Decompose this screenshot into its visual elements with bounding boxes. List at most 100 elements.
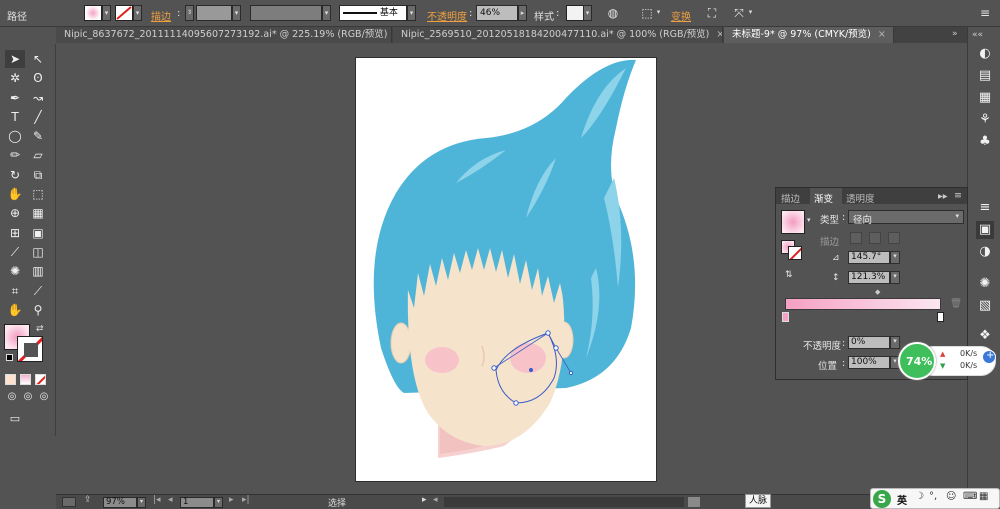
type-select[interactable]: 径向 ▾ [848,210,964,226]
graphic-styles-icon[interactable]: ▧ [976,297,994,315]
panel-menu-icon[interactable]: ≡ [954,190,962,201]
sogou-logo[interactable]: S [873,490,891,508]
line-tool-icon[interactable]: ╱ [28,108,48,126]
accelerate-icon[interactable]: + [982,350,996,364]
tab-transparency[interactable]: 透明度 [846,191,875,205]
angle-dropdown[interactable]: ▾ [890,251,900,264]
first-artboard-icon[interactable]: |◂ [153,495,161,505]
brush-definition-dropdown[interactable]: ▾ [407,5,416,21]
next-artboard-icon[interactable]: ▸ [229,495,234,505]
horizontal-scroll-track[interactable] [444,497,684,507]
isolate-group-icon[interactable]: ⛶ [703,5,721,21]
color-guide-icon[interactable]: ◐ [976,45,994,63]
stroke-weight-dropdown[interactable]: ▾ [232,5,241,21]
left-blush-shape[interactable] [425,347,459,373]
gradient-tool-icon[interactable]: ▣ [28,224,48,242]
gradient-center-handle[interactable] [529,368,533,372]
brushes-icon[interactable]: ⚘ [976,111,994,129]
thumbnail-dropdown-icon[interactable]: ▾ [807,216,811,224]
left-ear-shape[interactable] [390,322,412,364]
stroke-apply-within-icon[interactable] [850,232,862,244]
appearance-icon[interactable]: ✺ [976,275,994,293]
recolor-artwork-icon[interactable]: ◍ [604,5,622,21]
scroll-left-icon[interactable]: ◂ [433,495,438,505]
gradient-mode-icon[interactable] [20,374,31,385]
close-icon[interactable]: × [878,29,886,40]
right-blush-shape[interactable] [510,343,546,373]
envelope-dropdown[interactable]: ▾ [746,5,755,21]
direct-selection-tool-icon[interactable]: ↖ [28,50,48,68]
stroke-weight-field[interactable] [196,5,232,21]
transparency-icon[interactable]: ◑ [976,243,994,261]
fill-swatch[interactable] [84,5,102,21]
anchor-handle[interactable] [568,370,574,376]
moon-icon[interactable]: ☽ [915,491,924,502]
eyedropper-tool-icon[interactable]: ⟋ [5,243,25,261]
zoom-dropdown[interactable]: ▾ [137,497,146,508]
lasso-tool-icon[interactable]: ʘ [28,69,48,87]
keyboard-icon[interactable]: ⌨ [963,491,977,502]
scale-tool-icon[interactable]: ⧉ [28,166,48,184]
graphic-style-dropdown[interactable]: ▾ [583,5,592,21]
ellipse-tool-icon[interactable]: ◯ [5,127,25,145]
tab-document-1[interactable]: Nipic_8637672_20111114095607273192.ai* @… [56,27,392,43]
column-graph-tool-icon[interactable]: ▥ [28,262,48,280]
tab-gradient[interactable]: 渐变 [814,191,833,205]
draw-inside-icon[interactable]: ◎ [34,388,54,406]
mesh-tool-icon[interactable]: ⊞ [5,224,25,242]
status-menu-icon[interactable]: ▸ [422,495,427,505]
gradient-stop-start[interactable] [782,312,789,322]
aspect-dropdown[interactable]: ▾ [890,271,900,284]
tab-document-2[interactable]: Nipic_2569510_20120518184200477110.ai* @… [393,27,723,43]
default-colors-icon[interactable] [6,354,13,361]
graphic-style-swatch[interactable] [566,5,584,21]
toolbox-icon[interactable]: ▦ [979,491,988,502]
shape-builder-tool-icon[interactable]: ⊕ [5,204,25,222]
selection-tool-icon[interactable]: ➤ [5,50,25,68]
symbols-icon[interactable]: ♣ [976,133,994,151]
dock-collapse-icon[interactable]: «« [972,30,983,40]
panel-options-icon[interactable]: ▸▸ [938,191,948,202]
share-icon[interactable]: ⇪ [84,495,92,505]
stroke-weight-stepper[interactable]: ⇕ [185,5,194,21]
reverse-gradient-icon[interactable]: ⇅ [785,270,793,280]
last-artboard-icon[interactable]: ▸| [242,495,250,505]
tab-document-3[interactable]: 未标题-9* @ 97% (CMYK/预览) × [724,27,894,43]
brush-definition[interactable]: 基本 [339,5,407,21]
stroke-weight-label[interactable]: 描边 [151,8,171,23]
pencil-tool-icon[interactable]: ✏ [5,146,25,164]
stop-location-field[interactable]: 100% [848,356,890,369]
input-mode-label[interactable]: 英 [897,492,907,507]
align-dropdown[interactable]: ▾ [654,5,663,21]
magic-wand-tool-icon[interactable]: ✲ [5,69,25,87]
aspect-ratio-field[interactable]: 121.3% [848,271,890,284]
transform-link[interactable]: 变换 [671,8,691,23]
zoom-tool-icon[interactable]: ⚲ [28,301,48,319]
free-transform-tool-icon[interactable]: ⬚ [28,185,48,203]
ime-toolbar[interactable]: S 英 ☽ °, ☺ ⌨ ▦ [870,488,1000,509]
color-mode-icon[interactable] [5,374,16,385]
stroke-apply-along-icon[interactable] [869,232,881,244]
blend-tool-icon[interactable]: ◫ [28,243,48,261]
horizontal-scroll-thumb[interactable] [688,497,700,507]
gradient-stop-end[interactable] [937,312,944,322]
punctuation-icon[interactable]: °, [929,491,937,502]
pen-tool-icon[interactable]: ✒ [5,89,25,107]
angle-field[interactable]: 145.7° [848,251,890,264]
memory-usage-ball[interactable]: 74% [898,342,936,380]
curvature-tool-icon[interactable]: ↝ [28,89,48,107]
type-tool-icon[interactable]: T [5,108,25,126]
zoom-field[interactable]: 97% [103,497,137,508]
network-speed-widget[interactable]: 74% ▲ ▼ 0K/s 0K/s + [898,342,998,380]
tab-stroke[interactable]: 描边 [781,191,800,205]
gradient-panel-icon[interactable]: ▣ [976,221,994,239]
variable-width-dropdown[interactable]: ▾ [322,5,331,21]
symbol-sprayer-tool-icon[interactable]: ✺ [5,262,25,280]
gradient-thumbnail[interactable] [781,210,805,234]
eraser-tool-icon[interactable]: ▱ [28,146,48,164]
anchor-handle[interactable] [491,365,497,371]
anchor-handle[interactable] [545,330,551,336]
perspective-grid-tool-icon[interactable]: ▦ [28,204,48,222]
opacity-label[interactable]: 不透明度 [427,8,467,23]
gradient-stroke-box[interactable] [788,246,802,260]
